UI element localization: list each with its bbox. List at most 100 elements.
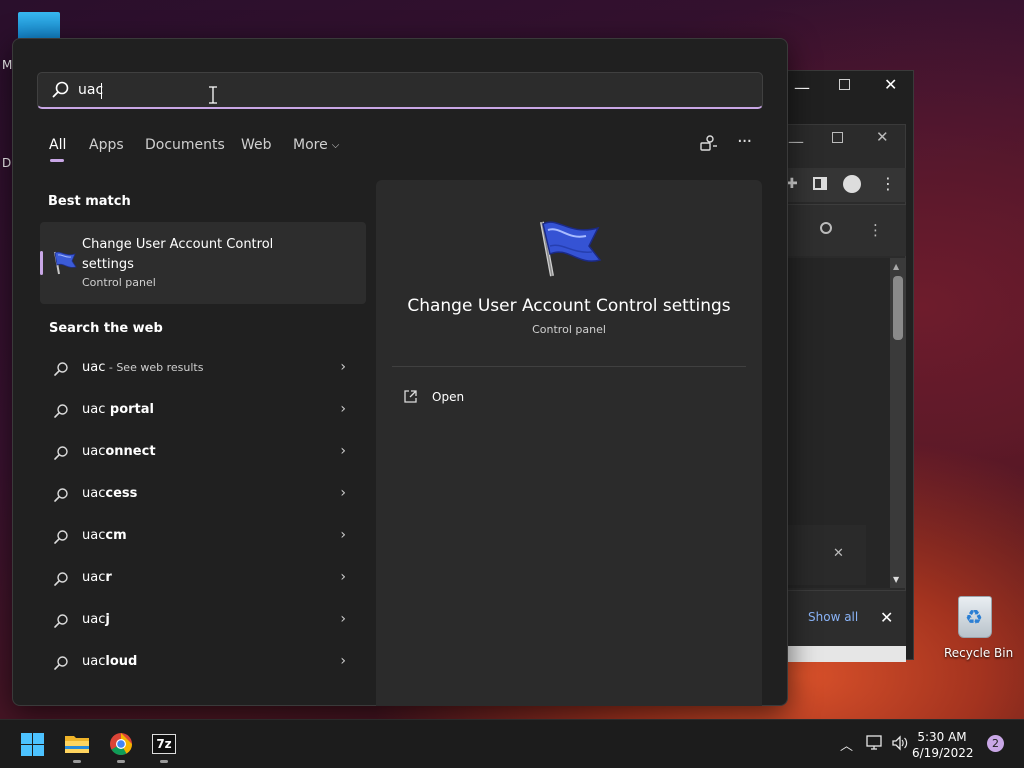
- more-options-icon[interactable]: ···: [737, 131, 752, 152]
- query-prefix: uac: [82, 360, 106, 375]
- web-result-row[interactable]: uac portal ›: [40, 391, 366, 431]
- preview-title: Change User Account Control settings: [407, 296, 731, 316]
- suggestion-completion: cm: [105, 528, 127, 543]
- web-result-row[interactable]: uac - See web results ›: [40, 349, 366, 389]
- recycle-bin-icon: [958, 596, 992, 638]
- desktop-folder-icon[interactable]: [18, 12, 60, 40]
- search-icon: [54, 572, 68, 586]
- search-icon: [54, 614, 68, 628]
- side-panel-icon[interactable]: [813, 177, 827, 190]
- query-prefix: uac: [82, 444, 106, 459]
- search-query[interactable]: uac: [78, 82, 103, 98]
- search-icon: [54, 656, 68, 670]
- preview-subtitle: Control panel: [532, 323, 606, 336]
- open-action[interactable]: Open: [432, 390, 464, 404]
- chevron-right-icon: ›: [340, 485, 346, 501]
- running-indicator: [73, 760, 81, 763]
- web-result-text: uaccm: [82, 528, 127, 543]
- query-prefix: uac: [82, 612, 106, 627]
- page-header: [788, 204, 906, 256]
- web-result-row[interactable]: uaccess ›: [40, 475, 366, 515]
- 7zip-icon[interactable]: 7z: [152, 734, 176, 754]
- scrollbar-thumb[interactable]: [893, 276, 903, 340]
- web-result-row[interactable]: uacj ›: [40, 601, 366, 641]
- suggestion-completion: portal: [105, 402, 154, 417]
- tab-more-label: More: [293, 137, 328, 153]
- search-icon[interactable]: [820, 222, 832, 234]
- profile-avatar-icon[interactable]: [843, 175, 861, 193]
- recycle-bin[interactable]: Recycle Bin: [944, 596, 1014, 660]
- web-result-row[interactable]: uacr ›: [40, 559, 366, 599]
- search-icon: [54, 362, 68, 376]
- recycle-bin-label: Recycle Bin: [944, 646, 1014, 660]
- uac-flag-icon: [540, 221, 602, 277]
- suggestion-completion: cess: [105, 486, 138, 501]
- search-input[interactable]: [37, 72, 763, 109]
- web-result-row[interactable]: uaconnect ›: [40, 433, 366, 473]
- selection-indicator: [40, 251, 43, 275]
- minimize-icon[interactable]: —: [788, 132, 804, 151]
- web-result-row[interactable]: uaccm ›: [40, 517, 366, 557]
- maximize-icon[interactable]: [832, 132, 843, 143]
- chevron-right-icon: ›: [340, 611, 346, 627]
- web-result-row[interactable]: uacloud ›: [40, 643, 366, 683]
- maximize-icon[interactable]: [839, 79, 850, 90]
- account-switch-icon[interactable]: [699, 134, 719, 152]
- see-web-results-hint: - See web results: [105, 361, 204, 374]
- clock-time: 5:30 AM: [917, 730, 967, 744]
- volume-icon[interactable]: [891, 735, 909, 751]
- clock[interactable]: 5:30 AM 6/19/2022: [912, 729, 974, 761]
- web-result-text: uac portal: [82, 402, 154, 417]
- search-icon: [54, 530, 68, 544]
- search-icon: [54, 404, 68, 418]
- tab-web[interactable]: Web: [241, 137, 272, 153]
- suggestion-completion: loud: [105, 654, 138, 669]
- notification-badge[interactable]: 2: [987, 735, 1004, 752]
- query-prefix: uac: [82, 528, 106, 543]
- page-menu-icon[interactable]: ⋮: [868, 221, 883, 239]
- suggestion-completion: onnect: [105, 444, 156, 459]
- tab-apps[interactable]: Apps: [89, 137, 124, 153]
- scroll-up-icon[interactable]: ▲: [893, 262, 899, 271]
- search-icon: [52, 81, 69, 98]
- show-all-link[interactable]: Show all: [808, 610, 858, 624]
- best-match-title: Change User Account Control settings: [82, 237, 274, 272]
- text-caret: [101, 83, 102, 99]
- dismiss-icon[interactable]: ✕: [833, 546, 844, 561]
- best-match-heading: Best match: [48, 194, 131, 209]
- chevron-right-icon: ›: [340, 569, 346, 585]
- close-download-bar-icon[interactable]: ✕: [880, 608, 893, 627]
- web-result-text: uacr: [82, 570, 112, 585]
- chrome-icon[interactable]: [109, 732, 133, 756]
- query-prefix: uac: [82, 486, 106, 501]
- divider: [392, 366, 746, 367]
- query-prefix: uac: [82, 570, 106, 585]
- web-result-text: uaconnect: [82, 444, 156, 459]
- web-result-text: uac - See web results: [82, 360, 203, 375]
- text-cursor-icon: [209, 86, 217, 104]
- chevron-right-icon: ›: [340, 527, 346, 543]
- scroll-down-icon[interactable]: ▼: [893, 575, 899, 584]
- chevron-right-icon: ›: [340, 653, 346, 669]
- start-icon[interactable]: [21, 733, 44, 756]
- query-prefix: uac: [82, 402, 106, 417]
- close-icon[interactable]: ✕: [884, 75, 897, 94]
- suggestion-completion: r: [105, 570, 112, 585]
- page-panel: [788, 525, 866, 585]
- tab-all[interactable]: All: [49, 137, 66, 153]
- file-explorer-icon[interactable]: [64, 733, 90, 755]
- clock-date: 6/19/2022: [912, 746, 974, 760]
- tab-more[interactable]: More ⌵: [293, 137, 339, 153]
- running-indicator: [117, 760, 125, 763]
- network-icon[interactable]: [866, 735, 884, 751]
- chevron-up-icon[interactable]: ︿: [840, 735, 853, 754]
- close-icon[interactable]: ✕: [876, 128, 889, 146]
- tab-documents[interactable]: Documents: [145, 137, 225, 153]
- minimize-icon[interactable]: —: [794, 78, 810, 97]
- search-icon: [54, 446, 68, 460]
- search-web-heading: Search the web: [49, 321, 163, 336]
- browser-menu-icon[interactable]: ⋮: [880, 175, 896, 193]
- desktop-label-fragment: M: [2, 58, 13, 72]
- chevron-right-icon: ›: [340, 401, 346, 417]
- query-prefix: uac: [82, 654, 106, 669]
